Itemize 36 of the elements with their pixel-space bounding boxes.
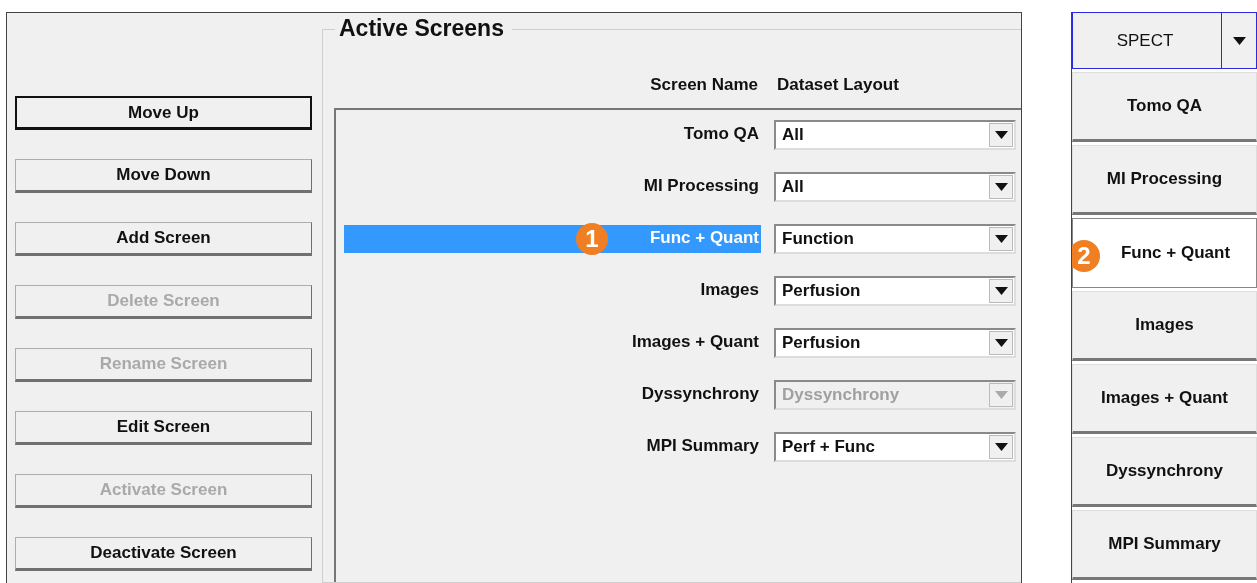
screen-tab[interactable]: MPI Summary: [1072, 510, 1257, 580]
caret-icon: [994, 339, 1008, 347]
layout-dropdown[interactable]: All: [774, 120, 1016, 150]
layout-dropdown[interactable]: Perf + Func: [774, 432, 1016, 462]
column-header: Screen Name: [649, 74, 758, 97]
screen-tab[interactable]: Tomo QA: [1072, 72, 1257, 142]
screen-name[interactable]: Images + Quant: [344, 329, 761, 357]
screen-tab[interactable]: Dyssynchrony: [1072, 437, 1257, 507]
mode-dropdown[interactable]: SPECT: [1072, 12, 1257, 69]
screen-name[interactable]: Tomo QA: [344, 121, 761, 149]
screen-name[interactable]: MI Processing: [344, 173, 761, 201]
action-button[interactable]: Edit Screen: [15, 411, 312, 445]
screen-tab[interactable]: Images: [1072, 291, 1257, 361]
caret-icon: [994, 235, 1008, 243]
action-button[interactable]: Deactivate Screen: [15, 537, 312, 571]
screen-tab[interactable]: Images + Quant: [1072, 364, 1257, 434]
action-button[interactable]: Move Up: [15, 96, 312, 130]
layout-dropdown[interactable]: All: [774, 172, 1016, 202]
screen-name[interactable]: Images: [344, 277, 761, 305]
callout-badge: 1: [576, 223, 608, 255]
action-button[interactable]: Move Down: [15, 159, 312, 193]
caret-icon: [994, 131, 1008, 139]
callout-badge: 2: [1072, 240, 1100, 272]
layout-dropdown[interactable]: Function: [774, 224, 1016, 254]
action-button[interactable]: Add Screen: [15, 222, 312, 256]
screen-tab[interactable]: 2 Func + Quant: [1072, 218, 1257, 288]
caret-icon: [994, 287, 1008, 295]
caret-icon: [994, 183, 1008, 191]
caret-icon: [994, 391, 1008, 399]
caret-icon: [1232, 36, 1246, 45]
layout-dropdown[interactable]: Perfusion: [774, 276, 1016, 306]
layout-dropdown[interactable]: Perfusion: [774, 328, 1016, 358]
caret-icon: [994, 443, 1008, 451]
screen-tab[interactable]: MI Processing: [1072, 145, 1257, 215]
column-header: Dataset Layout: [777, 74, 899, 97]
screen-name[interactable]: MPI Summary: [344, 433, 761, 461]
